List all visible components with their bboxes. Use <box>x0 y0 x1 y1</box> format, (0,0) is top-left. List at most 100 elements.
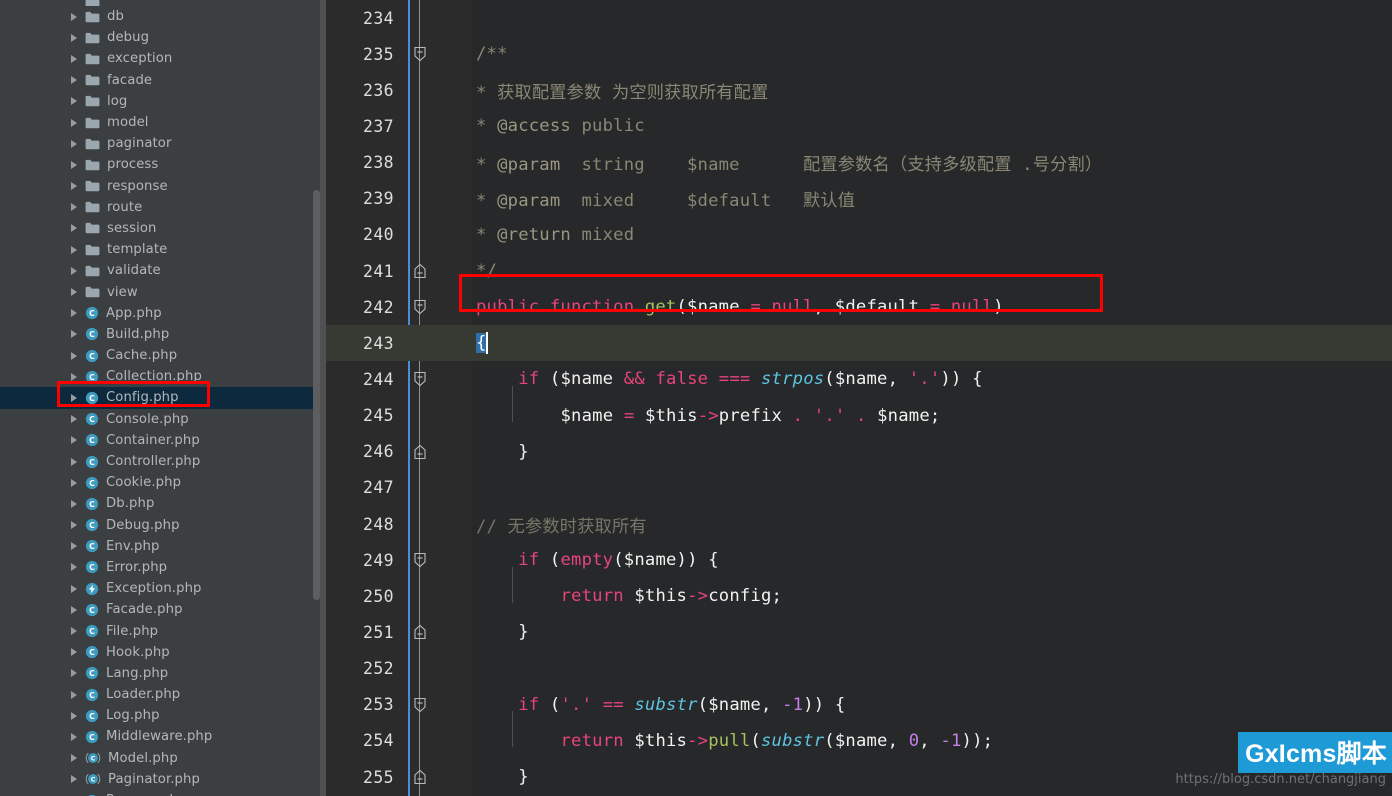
expand-arrow-icon[interactable] <box>71 33 77 42</box>
expand-arrow-icon[interactable] <box>71 754 77 763</box>
expand-arrow-icon[interactable] <box>71 330 77 339</box>
expand-arrow-icon[interactable] <box>71 648 77 657</box>
code-line-text[interactable]: * @access public <box>476 108 645 144</box>
line-number[interactable]: 238 <box>326 145 394 181</box>
expand-arrow-icon[interactable] <box>71 118 77 127</box>
code-line-text[interactable]: */ <box>476 253 497 289</box>
code-line-243[interactable]: 243 { <box>326 325 1392 362</box>
tree-item-paginator[interactable]: paginator <box>0 133 326 154</box>
expand-arrow-icon[interactable] <box>71 139 77 148</box>
line-number[interactable]: 239 <box>326 181 394 217</box>
tree-item-view[interactable]: view <box>0 281 326 302</box>
expand-arrow-icon[interactable] <box>71 499 77 508</box>
code-line-text[interactable]: * @param mixed $default 默认值 <box>476 181 855 217</box>
code-line-text[interactable]: } <box>476 759 529 795</box>
line-number[interactable]: 246 <box>326 434 394 470</box>
tree-item-env-php[interactable]: C Env.php <box>0 536 326 557</box>
line-number[interactable]: 243 <box>326 325 394 361</box>
tree-item-hook-php[interactable]: C Hook.php <box>0 642 326 663</box>
code-line-text[interactable]: * @param string $name 配置参数名（支持多级配置 .号分割） <box>476 145 1102 181</box>
expand-arrow-icon[interactable] <box>71 605 77 614</box>
expand-arrow-icon[interactable] <box>71 478 77 487</box>
project-tree-list[interactable]: db debug exception facade log model paginator p… <box>0 0 326 796</box>
tree-item-config-php[interactable]: C Config.php <box>0 387 326 409</box>
expand-arrow-icon[interactable] <box>71 76 77 85</box>
project-tree-panel[interactable]: db debug exception facade log model paginator p… <box>0 0 326 796</box>
tree-item-response[interactable]: response <box>0 176 326 197</box>
code-line-text[interactable]: if ('.' == substr($name, -1)) { <box>476 687 845 723</box>
expand-arrow-icon[interactable] <box>71 775 77 784</box>
tree-item-log-php[interactable]: C Log.php <box>0 705 326 726</box>
tree-item-container-php[interactable]: C Container.php <box>0 430 326 451</box>
expand-arrow-icon[interactable] <box>71 182 77 191</box>
code-line-252[interactable]: 252 <box>326 651 1392 687</box>
line-number[interactable]: 251 <box>326 614 394 650</box>
code-line-245[interactable]: 245 $name = $this -> prefix . '.' . $name; <box>326 398 1392 434</box>
line-number[interactable]: 249 <box>326 542 394 578</box>
line-number[interactable]: 248 <box>326 506 394 542</box>
expand-arrow-icon[interactable] <box>71 224 77 233</box>
tree-item-exception[interactable]: exception <box>0 48 326 69</box>
tree-item-app-php[interactable]: C App.php <box>0 303 326 324</box>
line-number[interactable]: 240 <box>326 217 394 253</box>
line-number[interactable]: 245 <box>326 398 394 434</box>
code-line-234[interactable]: 234 <box>326 0 1392 36</box>
expand-arrow-icon[interactable] <box>71 690 77 699</box>
code-line-235[interactable]: 235 /** <box>326 36 1392 72</box>
fold-end-icon[interactable] <box>412 444 428 460</box>
code-line-242[interactable]: 242 public function get($name = null, $de… <box>326 289 1392 325</box>
expand-arrow-icon[interactable] <box>71 266 77 275</box>
code-line-text[interactable]: /** <box>476 36 508 72</box>
tree-item-db[interactable]: db <box>0 6 326 27</box>
fold-collapse-icon[interactable] <box>412 697 428 713</box>
code-line-238[interactable]: 238 * @param string $name 配置参数名（支持多级配置 .… <box>326 145 1392 181</box>
line-number[interactable]: 241 <box>326 253 394 289</box>
code-line-239[interactable]: 239 * @param mixed $default 默认值 <box>326 181 1392 217</box>
code-line-text[interactable]: if ($name && false === strpos($name, '.'… <box>476 361 983 397</box>
tree-item-controller-php[interactable]: C Controller.php <box>0 451 326 472</box>
code-line-text[interactable]: * @return mixed <box>476 217 634 253</box>
line-number[interactable]: 250 <box>326 578 394 614</box>
code-line-text[interactable]: } <box>476 434 529 470</box>
tree-item-model-php[interactable]: C Model.php <box>0 748 326 769</box>
code-line-241[interactable]: 241 */ <box>326 253 1392 289</box>
code-lines-container[interactable]: 234 235/** 236 * 获取配置参数 为空则获取所有配置 237 * @ac… <box>326 0 1392 796</box>
expand-arrow-icon[interactable] <box>71 203 77 212</box>
line-number[interactable]: 237 <box>326 108 394 144</box>
tree-item-validate[interactable]: validate <box>0 260 326 281</box>
code-line-text[interactable]: { <box>476 325 488 361</box>
expand-arrow-icon[interactable] <box>71 351 77 360</box>
tree-item-cookie-php[interactable]: C Cookie.php <box>0 472 326 493</box>
tree-item-paginator-php[interactable]: C Paginator.php <box>0 769 326 790</box>
project-tree-scrollbar[interactable] <box>313 190 320 600</box>
fold-end-icon[interactable] <box>412 769 428 785</box>
expand-arrow-icon[interactable] <box>71 669 77 678</box>
expand-arrow-icon[interactable] <box>71 584 77 593</box>
code-line-236[interactable]: 236 * 获取配置参数 为空则获取所有配置 <box>326 72 1392 108</box>
code-line-253[interactable]: 253 if ('.' == substr($name, -1)) { <box>326 687 1392 723</box>
tree-item-facade[interactable]: facade <box>0 70 326 91</box>
fold-collapse-icon[interactable] <box>412 299 428 315</box>
tree-item-exception-php[interactable]: Exception.php <box>0 578 326 599</box>
tree-item-process[interactable]: process <box>0 154 326 175</box>
expand-arrow-icon[interactable] <box>71 563 77 572</box>
expand-arrow-icon[interactable] <box>71 97 77 106</box>
fold-end-icon[interactable] <box>412 263 428 279</box>
fold-collapse-icon[interactable] <box>412 46 428 62</box>
code-line-text[interactable]: return $this -> config; <box>476 578 782 614</box>
fold-collapse-icon[interactable] <box>412 552 428 568</box>
code-line-244[interactable]: 244 if ($name && false === strpos($name,… <box>326 361 1392 397</box>
code-line-text[interactable]: * 获取配置参数 为空则获取所有配置 <box>476 72 768 108</box>
code-line-249[interactable]: 249 if (empty($name)) { <box>326 542 1392 578</box>
tree-item-debug[interactable]: debug <box>0 27 326 48</box>
expand-arrow-icon[interactable] <box>71 415 77 424</box>
tree-item-lang-php[interactable]: C Lang.php <box>0 663 326 684</box>
tree-item-cache-php[interactable]: C Cache.php <box>0 345 326 366</box>
expand-arrow-icon[interactable] <box>71 732 77 741</box>
tree-item-build-php[interactable]: C Build.php <box>0 324 326 345</box>
code-line-text[interactable]: $name = $this -> prefix . '.' . $name; <box>476 398 941 434</box>
tree-item-session[interactable]: session <box>0 218 326 239</box>
line-number[interactable]: 254 <box>326 723 394 759</box>
code-line-254[interactable]: 254 return $this -> pull(substr($name, 0, … <box>326 723 1392 759</box>
expand-arrow-icon[interactable] <box>71 393 77 402</box>
